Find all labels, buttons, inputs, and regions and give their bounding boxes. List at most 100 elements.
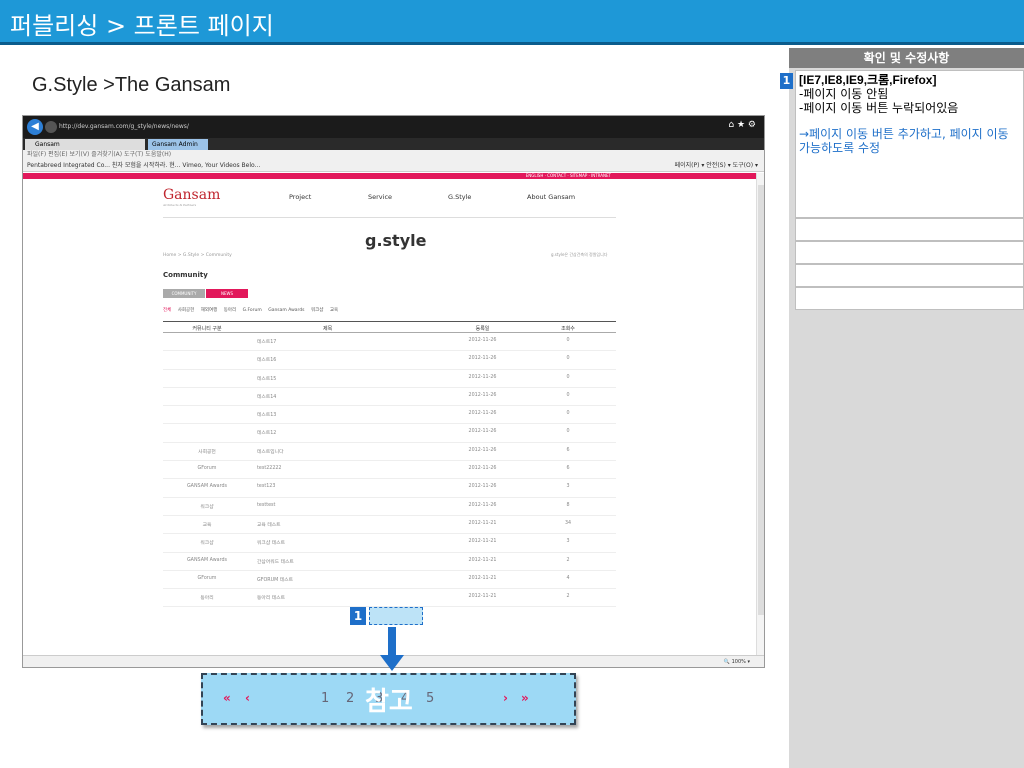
cell-date: 2012-11-26	[468, 484, 497, 490]
filter-all[interactable]: 전체	[163, 308, 171, 313]
breadcrumb-tagline: g.style은 간삼건축의 정원입니다	[551, 252, 608, 257]
back-arrow-icon[interactable]: ◀	[27, 119, 43, 135]
review-row-empty	[795, 218, 1024, 241]
cell-date: 2012-11-26	[468, 411, 497, 417]
url-field[interactable]: http://dev.gansam.com/g_style/news/news/	[59, 120, 199, 134]
cell-title[interactable]: 동아리 테스트	[257, 594, 407, 601]
nav-about[interactable]: About Gansam	[527, 193, 575, 201]
filter-travel[interactable]: 해외여행	[201, 308, 218, 313]
tab-community[interactable]: COMMUNITY	[163, 289, 205, 298]
cell-views: 2	[566, 594, 570, 600]
forward-arrow-icon[interactable]	[45, 121, 57, 133]
table-row[interactable]: 테스트15 2012-11-26 0	[163, 370, 616, 388]
home-star-gear-icons[interactable]: ⌂ ★ ⚙	[728, 120, 756, 130]
last-page-button[interactable]: »	[521, 691, 529, 705]
cell-title[interactable]: 테스트입니다	[257, 448, 407, 455]
logo-text: Gansam	[163, 187, 221, 203]
cell-title[interactable]: test22222	[257, 466, 407, 471]
table-row[interactable]: 사회공헌 테스트입니다 2012-11-26 6	[163, 443, 616, 462]
note-fix: →페이지 이동 버튼 추가하고, 페이지 이동 가능하도록 수정	[799, 127, 1009, 155]
scroll-thumb[interactable]	[758, 185, 764, 615]
vertical-scrollbar[interactable]	[756, 173, 764, 658]
cell-views: 8	[566, 502, 570, 508]
cell-title[interactable]: 테스트12	[257, 429, 407, 436]
filter-education[interactable]: 교육	[330, 308, 338, 313]
table-row[interactable]: 테스트14 2012-11-26 0	[163, 388, 616, 407]
table-body: 테스트17 2012-11-26 0 테스트16 2012-11-26 0 테스트15 201…	[163, 333, 616, 608]
gansam-logo[interactable]: Gansam Architects & Partners	[163, 187, 220, 207]
page-2[interactable]: 2	[346, 691, 354, 706]
table-row[interactable]: 테스트13 2012-11-26 0	[163, 406, 616, 425]
table-row[interactable]: 테스트16 2012-11-26 0	[163, 351, 616, 370]
zoom-level[interactable]: 100%	[732, 659, 746, 665]
cell-category: GForum	[197, 466, 217, 472]
missing-pager-highlight	[369, 607, 423, 625]
review-note: 1 [IE7,IE8,IE9,크롬,Firefox] -페이지 이동 안됨 -페…	[780, 70, 1024, 218]
tab-news[interactable]: NEWS	[206, 289, 248, 298]
breadcrumb: Home > G.Style > Community	[163, 253, 232, 258]
page-5[interactable]: 5	[426, 691, 434, 706]
cell-views: 0	[566, 356, 570, 362]
filter-social[interactable]: 사회공헌	[178, 308, 195, 313]
tab-gansam-admin[interactable]: Gansam Admin	[148, 139, 208, 150]
cell-date: 2012-11-21	[468, 594, 497, 600]
page-1[interactable]: 1	[321, 691, 329, 706]
cell-date: 2012-11-21	[468, 557, 497, 563]
cell-date: 2012-11-26	[468, 466, 497, 472]
cell-title[interactable]: 간삼어워드 테스트	[257, 558, 407, 565]
table-row[interactable]: GForum test22222 2012-11-26 6	[163, 461, 616, 480]
table-row[interactable]: 테스트12 2012-11-26 0	[163, 424, 616, 443]
table-row[interactable]: 교육 교육 테스트 2012-11-21 34	[163, 516, 616, 535]
down-arrow-icon	[388, 627, 396, 657]
tab-gansam[interactable]: Gansam	[25, 139, 145, 150]
cell-date: 2012-11-26	[468, 374, 497, 380]
table-row[interactable]: 동아리 동아리 테스트 2012-11-21 2	[163, 589, 616, 608]
cell-title[interactable]: test123	[257, 484, 407, 489]
table-row[interactable]: 워크샵 워크샵 테스트 2012-11-21 3	[163, 534, 616, 553]
cell-views: 3	[566, 539, 570, 545]
nav-service[interactable]: Service	[368, 193, 392, 201]
browser-menubar[interactable]: 파일(F) 편집(E) 보기(V) 즐겨찾기(A) 도구(T) 도움말(H)	[23, 150, 764, 160]
prev-page-button[interactable]: ‹	[245, 691, 250, 705]
cell-title[interactable]: testtest	[257, 503, 407, 508]
next-page-button[interactable]: ›	[503, 691, 508, 705]
table-row[interactable]: 테스트17 2012-11-26 0	[163, 333, 616, 352]
table-row[interactable]: 워크샵 testtest 2012-11-26 8	[163, 498, 616, 516]
table-row[interactable]: GForum GFORUM 테스트 2012-11-21 4	[163, 571, 616, 590]
review-row-empty	[795, 264, 1024, 287]
cell-title[interactable]: 교육 테스트	[257, 521, 407, 528]
filter-awards[interactable]: Gansam Awards	[268, 308, 304, 313]
cell-views: 3	[566, 484, 570, 490]
cell-title[interactable]: 워크샵 테스트	[257, 539, 407, 546]
favorites-links[interactable]: Pentabreed Integrated Co... 친자 모험을 시작하라.…	[27, 162, 260, 169]
cell-title[interactable]: 테스트13	[257, 411, 407, 418]
cell-date: 2012-11-21	[468, 539, 497, 545]
cell-category: 교육	[202, 522, 212, 528]
top-utility-links[interactable]: ENGLISH · CONTACT · SITEMAP · INTRANET	[23, 173, 756, 179]
cell-category: 동아리	[200, 596, 214, 602]
table-row[interactable]: GANSAM Awards 간삼어워드 테스트 2012-11-21 2	[163, 553, 616, 571]
cell-date: 2012-11-21	[468, 575, 497, 581]
cell-title[interactable]: 테스트17	[257, 338, 407, 345]
cell-title[interactable]: 테스트16	[257, 356, 407, 363]
cell-title[interactable]: 테스트14	[257, 393, 407, 400]
table-row[interactable]: GANSAM Awards test123 2012-11-26 3	[163, 479, 616, 498]
filter-workshop[interactable]: 워크샵	[311, 308, 323, 313]
filter-gforum[interactable]: G.Forum	[243, 308, 262, 313]
nav-project[interactable]: Project	[289, 193, 311, 201]
note-heading: [IE7,IE8,IE9,크롬,Firefox]	[799, 73, 937, 87]
review-row-empty	[795, 241, 1024, 264]
command-bar[interactable]: 페이지(P) ▾ 안전(S) ▾ 도구(O) ▾	[675, 160, 758, 172]
page-heading: g.style	[365, 231, 427, 250]
cell-title[interactable]: GFORUM 테스트	[257, 576, 407, 583]
first-page-button[interactable]: «	[223, 691, 231, 705]
address-bar: ◀ http://dev.gansam.com/g_style/news/new…	[23, 116, 764, 138]
nav-gstyle[interactable]: G.Style	[448, 193, 471, 201]
cell-category: 워크샵	[200, 541, 214, 547]
cell-views: 6	[566, 447, 570, 453]
filter-club[interactable]: 동아리	[224, 308, 236, 313]
cell-date: 2012-11-26	[468, 447, 497, 453]
cell-views: 0	[566, 338, 570, 343]
cell-title[interactable]: 테스트15	[257, 375, 407, 382]
cell-date: 2012-11-26	[468, 429, 497, 435]
